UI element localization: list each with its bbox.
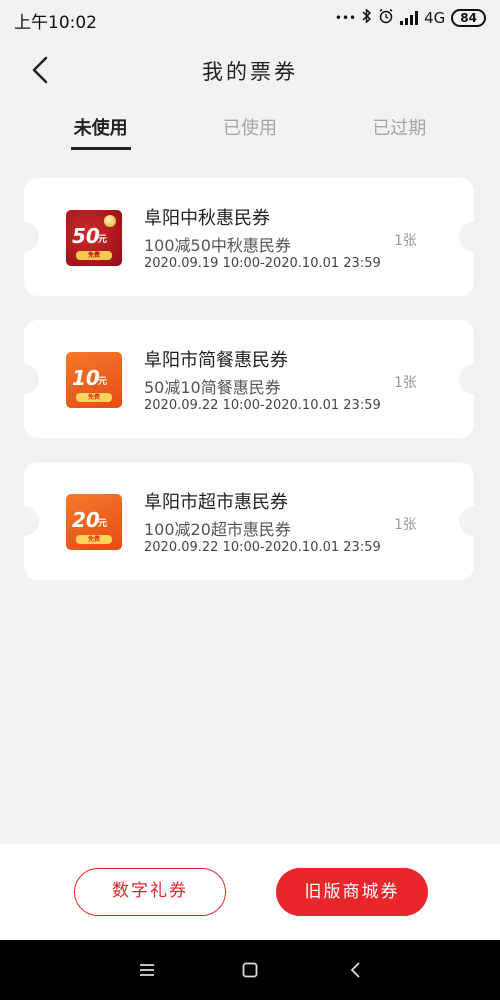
- coupon-image-badge: 免费: [76, 393, 112, 402]
- coupon-validity: 2020.09.22 10:00-2020.10.01 23:59: [144, 540, 381, 555]
- old-mall-coupon-button[interactable]: 旧版商城券: [276, 868, 428, 916]
- tab-unused[interactable]: 未使用: [26, 108, 175, 154]
- coupon-image-unit: 元: [98, 377, 108, 387]
- back-icon: [350, 962, 360, 978]
- coupon-count: 1张: [394, 375, 417, 391]
- system-nav-bar: [0, 940, 500, 1000]
- tab-used[interactable]: 已使用: [175, 108, 324, 154]
- status-time: 上午10:02: [14, 13, 97, 33]
- network-label: 4G: [424, 9, 446, 27]
- coupon-name: 阜阳市简餐惠民券: [144, 350, 288, 371]
- coupon-description: 100减50中秋惠民券: [144, 236, 291, 255]
- coupon-description: 50减10简餐惠民券: [144, 378, 281, 397]
- coupon-image: 10 元 免费: [66, 352, 122, 408]
- page-title: 我的票券: [202, 60, 298, 84]
- tab-expired[interactable]: 已过期: [325, 108, 474, 154]
- notification-dots: •••: [334, 11, 357, 25]
- bluetooth-icon: [362, 8, 372, 28]
- coupon-image-amount: 10: [72, 366, 100, 390]
- digital-gift-button[interactable]: 数字礼券: [74, 868, 226, 916]
- coupon-image-badge: 免费: [76, 251, 112, 260]
- battery-indicator: 84: [451, 9, 486, 27]
- tab-bar: 未使用 已使用 已过期: [26, 108, 474, 154]
- coupon-image-unit: 元: [98, 235, 108, 245]
- header: 我的票券: [0, 36, 500, 106]
- coupon-image: 20 元 免费: [66, 494, 122, 550]
- coupon-count: 1张: [394, 517, 417, 533]
- coupon-list: 50 元 免费 阜阳中秋惠民券 100减50中秋惠民券 2020.09.19 1…: [9, 178, 489, 604]
- coupon-validity: 2020.09.19 10:00-2020.10.01 23:59: [144, 256, 381, 271]
- coupon-validity: 2020.09.22 10:00-2020.10.01 23:59: [144, 398, 381, 413]
- bottom-action-bar: 数字礼券 旧版商城券: [0, 844, 500, 940]
- coin-decoration: [104, 215, 116, 227]
- coupon-name: 阜阳中秋惠民券: [144, 208, 270, 229]
- nav-back-button[interactable]: [340, 955, 370, 985]
- coupon-card[interactable]: 10 元 免费 阜阳市简餐惠民券 50减10简餐惠民券 2020.09.22 1…: [9, 320, 489, 438]
- coupon-name: 阜阳市超市惠民券: [144, 492, 288, 513]
- menu-icon: [140, 964, 154, 976]
- coupon-image-unit: 元: [98, 519, 108, 529]
- status-icons: ••• 4G 84: [335, 8, 486, 28]
- home-icon: [242, 962, 258, 978]
- coupon-image-amount: 50: [72, 224, 100, 248]
- home-button[interactable]: [235, 955, 265, 985]
- signal-icon: [400, 11, 419, 25]
- status-bar: 上午10:02 ••• 4G 84: [0, 0, 500, 36]
- menu-button[interactable]: [132, 955, 162, 985]
- coupon-count: 1张: [394, 233, 417, 249]
- coupon-image: 50 元 免费: [66, 210, 122, 266]
- coupon-image-badge: 免费: [76, 535, 112, 544]
- coupon-image-amount: 20: [72, 508, 100, 532]
- alarm-icon: [378, 8, 394, 28]
- coupon-card[interactable]: 50 元 免费 阜阳中秋惠民券 100减50中秋惠民券 2020.09.19 1…: [9, 178, 489, 296]
- coupon-description: 100减20超市惠民券: [144, 520, 291, 539]
- coupon-card[interactable]: 20 元 免费 阜阳市超市惠民券 100减20超市惠民券 2020.09.22 …: [9, 462, 489, 580]
